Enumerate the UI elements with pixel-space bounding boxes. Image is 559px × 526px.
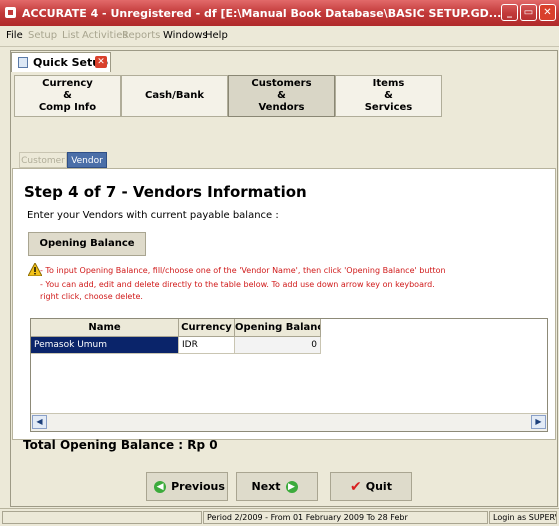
previous-button[interactable]: ◀ Previous [146,472,228,501]
menu-list[interactable]: List [62,30,79,41]
step-title: Step 4 of 7 - Vendors Information [24,183,307,201]
column-header-currency[interactable]: Currency [179,319,235,337]
menu-activities[interactable]: Activities [82,30,128,41]
status-pane-empty [2,511,202,524]
cell-vendor-name[interactable]: Pemasok Umum [31,337,179,354]
note-line-3: right click, choose delete. [40,292,143,301]
menu-setup[interactable]: Setup [28,30,57,41]
total-opening-balance: Total Opening Balance : Rp 0 [23,438,218,452]
statusbar: Period 2/2009 - From 01 February 2009 To… [0,508,559,526]
previous-button-label: Previous [171,480,225,493]
arrow-left-icon: ◀ [154,480,167,493]
tab-vendor[interactable]: Vendor [67,152,107,168]
tab-quick-setup[interactable]: Quick Setup ✕ [11,52,111,72]
restore-icon[interactable]: ▭ [520,4,537,21]
step-tabs: Currency & Comp Info Cash/Bank Customers… [14,75,554,117]
minimize-icon[interactable]: _ [501,4,518,21]
tab-currency-comp-info[interactable]: Currency & Comp Info [14,75,121,117]
close-tab-icon[interactable]: ✕ [95,56,107,68]
column-header-name[interactable]: Name [31,319,179,337]
column-header-opening-balance[interactable]: Opening Balance [235,319,321,337]
menubar: File Setup List Activities Reports Windo… [0,26,559,47]
arrow-right-icon: ▶ [285,480,298,493]
window-title: ACCURATE 4 - Unregistered - df [E:\Manua… [22,7,502,20]
app-icon [5,7,16,18]
quit-button[interactable]: ✔ Quit [330,472,412,501]
window-titlebar[interactable]: ACCURATE 4 - Unregistered - df [E:\Manua… [0,0,559,26]
status-period: Period 2/2009 - From 01 February 2009 To… [203,511,488,524]
next-button-label: Next [251,480,281,493]
cell-currency[interactable]: IDR [179,337,235,354]
next-button[interactable]: Next ▶ [236,472,318,501]
step-subtitle: Enter your Vendors with current payable … [27,210,279,221]
quit-button-label: Quit [365,480,392,493]
tab-customer[interactable]: Customer [19,152,67,168]
menu-reports[interactable]: Reports [122,30,160,41]
vendor-table[interactable]: Name Currency Opening Balance Pemasok Um… [30,318,548,432]
status-login: Login as SUPERV [489,511,557,524]
tab-items-services[interactable]: Items & Services [335,75,442,117]
document-icon [18,57,28,68]
opening-balance-button[interactable]: Opening Balance [28,232,146,256]
scroll-left-icon[interactable]: ◀ [32,415,47,429]
tab-cash-bank[interactable]: Cash/Bank [121,75,228,117]
menu-file[interactable]: File [6,30,23,41]
menu-windows[interactable]: Windows [163,30,208,41]
tab-customers-vendors[interactable]: Customers & Vendors [228,75,335,117]
cell-opening-balance[interactable]: 0 [235,337,321,354]
close-icon[interactable]: ✕ [539,4,556,21]
horizontal-scrollbar[interactable]: ◀ ▶ [31,413,547,431]
note-line-2: - You can add, edit and delete directly … [40,280,435,289]
checkmark-icon: ✔ [350,478,362,495]
scroll-right-icon[interactable]: ▶ [531,415,546,429]
menu-help[interactable]: Help [205,30,228,41]
note-line-1: - To input Opening Balance, fill/choose … [40,266,446,275]
